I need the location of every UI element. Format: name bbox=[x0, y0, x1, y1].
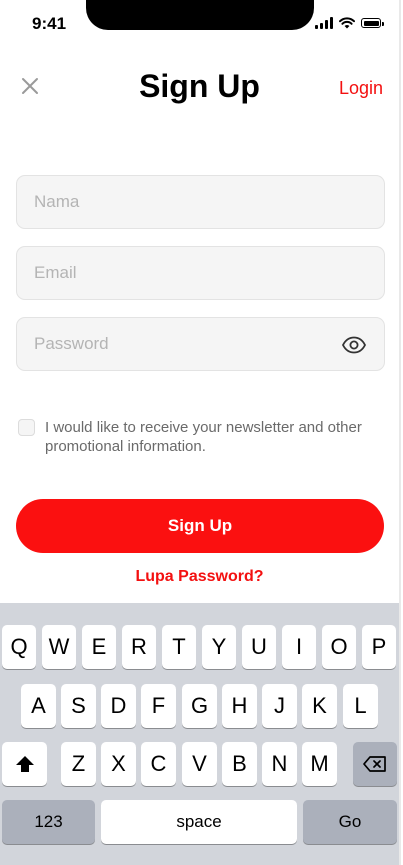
key[interactable]: N bbox=[262, 742, 297, 786]
key[interactable]: O bbox=[322, 625, 356, 669]
key[interactable]: G bbox=[182, 684, 217, 728]
sign-up-screen: 9:41 Sign Up Login I wou bbox=[0, 0, 401, 865]
go-key[interactable]: Go bbox=[303, 800, 397, 844]
key[interactable]: T bbox=[162, 625, 196, 669]
shift-key[interactable] bbox=[2, 742, 47, 786]
key[interactable]: Y bbox=[202, 625, 236, 669]
backspace-key[interactable] bbox=[353, 742, 397, 786]
shift-icon bbox=[15, 756, 34, 772]
email-field-container bbox=[16, 246, 385, 300]
eye-icon[interactable] bbox=[342, 333, 366, 357]
email-input[interactable] bbox=[17, 247, 384, 299]
space-key[interactable]: space bbox=[101, 800, 297, 844]
key[interactable]: A bbox=[21, 684, 56, 728]
key[interactable]: C bbox=[141, 742, 176, 786]
name-input[interactable] bbox=[17, 176, 384, 228]
key[interactable]: Q bbox=[2, 625, 36, 669]
key[interactable]: H bbox=[222, 684, 257, 728]
battery-icon bbox=[361, 18, 384, 28]
key[interactable]: B bbox=[222, 742, 257, 786]
password-input[interactable] bbox=[17, 318, 384, 370]
key[interactable]: V bbox=[182, 742, 217, 786]
key[interactable]: U bbox=[242, 625, 276, 669]
notch bbox=[86, 0, 314, 30]
wifi-icon bbox=[339, 17, 355, 29]
newsletter-checkbox[interactable] bbox=[18, 419, 35, 436]
key[interactable]: S bbox=[61, 684, 96, 728]
key[interactable]: P bbox=[362, 625, 396, 669]
status-icons bbox=[315, 17, 384, 29]
key[interactable]: K bbox=[302, 684, 337, 728]
key[interactable]: M bbox=[302, 742, 337, 786]
status-bar: 9:41 bbox=[0, 0, 399, 46]
key[interactable]: I bbox=[282, 625, 316, 669]
signal-icon bbox=[315, 17, 333, 29]
key[interactable]: Z bbox=[61, 742, 96, 786]
key[interactable]: F bbox=[141, 684, 176, 728]
key[interactable]: X bbox=[101, 742, 136, 786]
backspace-icon bbox=[363, 756, 386, 772]
key[interactable]: J bbox=[262, 684, 297, 728]
key[interactable]: R bbox=[122, 625, 156, 669]
key[interactable]: D bbox=[101, 684, 136, 728]
newsletter-label: I would like to receive your newsletter … bbox=[45, 419, 362, 455]
numbers-key[interactable]: 123 bbox=[2, 800, 95, 844]
newsletter-row: I would like to receive your newsletter … bbox=[18, 418, 385, 456]
key[interactable]: L bbox=[343, 684, 378, 728]
key[interactable]: W bbox=[42, 625, 76, 669]
name-field-container bbox=[16, 175, 385, 229]
keyboard: Q W E R T Y U I O P A S D F G H J K L Z … bbox=[0, 603, 399, 865]
status-time: 9:41 bbox=[32, 14, 67, 33]
password-field-container bbox=[16, 317, 385, 371]
login-link[interactable]: Login bbox=[339, 78, 383, 99]
key[interactable]: E bbox=[82, 625, 116, 669]
sign-up-button[interactable]: Sign Up bbox=[16, 499, 384, 553]
forgot-password-link[interactable]: Lupa Password? bbox=[0, 568, 399, 586]
